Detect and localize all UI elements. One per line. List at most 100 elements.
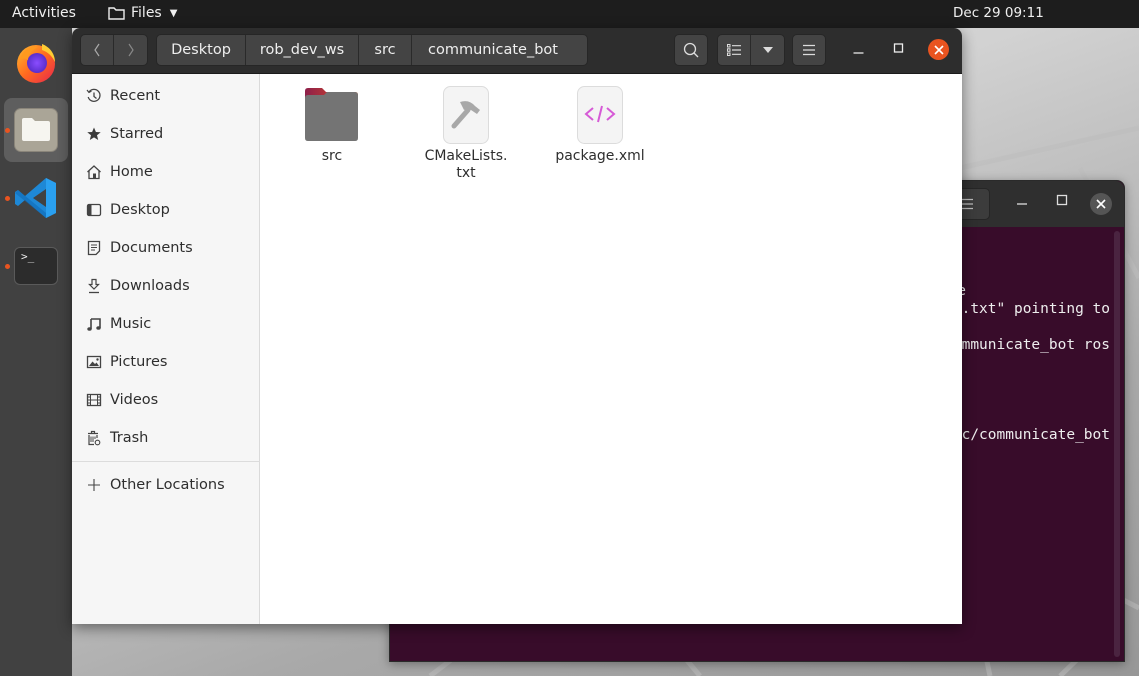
picture-icon xyxy=(86,354,102,370)
file-item-src[interactable]: src xyxy=(282,86,382,165)
clock-icon xyxy=(86,88,102,104)
sidebar-item-trash[interactable]: Trash xyxy=(72,420,260,456)
sidebar-item-label: Music xyxy=(110,316,152,332)
breadcrumb-communicate-bot[interactable]: communicate_bot xyxy=(412,35,587,65)
trash-icon xyxy=(86,430,102,446)
close-button[interactable] xyxy=(928,39,949,60)
running-indicator xyxy=(5,196,10,201)
firefox-icon xyxy=(17,44,55,83)
sidebar-item-other-locations[interactable]: Other Locations xyxy=(72,467,260,503)
breadcrumb-desktop[interactable]: Desktop xyxy=(157,35,246,65)
sidebar-divider xyxy=(72,461,260,462)
plus-icon xyxy=(86,477,102,493)
file-name: CMakeLists. txt xyxy=(424,148,508,181)
sidebar-item-videos[interactable]: Videos xyxy=(72,382,260,418)
close-icon xyxy=(933,44,944,55)
files-headerbar: Desktop rob_dev_ws src communicate_bot xyxy=(72,28,962,74)
download-icon xyxy=(86,278,102,294)
activities-button[interactable]: Activities xyxy=(12,5,76,21)
desktop-icon xyxy=(86,202,102,218)
hamburger-icon xyxy=(803,44,815,56)
terminal-icon: >_ xyxy=(14,247,58,285)
files-icon xyxy=(14,108,58,152)
minimize-button[interactable] xyxy=(853,41,865,55)
file-item-cmakelists[interactable]: CMakeLists. txt xyxy=(416,86,516,182)
forward-button[interactable] xyxy=(114,35,147,65)
music-icon xyxy=(86,316,102,332)
nav-buttons xyxy=(80,34,148,66)
sidebar-item-documents[interactable]: Documents xyxy=(72,230,260,266)
dock-files[interactable] xyxy=(4,98,68,162)
sidebar-item-label: Starred xyxy=(110,126,164,142)
sidebar-item-label: Trash xyxy=(110,430,149,446)
file-name: package.xml xyxy=(555,148,645,164)
document-icon xyxy=(86,240,102,256)
maximize-button[interactable] xyxy=(893,41,905,55)
sidebar-item-label: Pictures xyxy=(110,354,168,370)
search-button[interactable] xyxy=(674,34,708,66)
running-indicator xyxy=(5,128,10,133)
sidebar-item-downloads[interactable]: Downloads xyxy=(72,268,260,304)
back-button[interactable] xyxy=(81,35,115,65)
breadcrumb-rob-dev-ws[interactable]: rob_dev_ws xyxy=(246,35,359,65)
terminal-scrollbar[interactable] xyxy=(1114,231,1120,657)
minimize-icon[interactable] xyxy=(1016,194,1028,210)
maximize-icon[interactable] xyxy=(1056,194,1068,210)
list-view-icon xyxy=(727,44,741,56)
maximize-icon xyxy=(893,43,904,53)
file-name: src xyxy=(321,148,343,164)
sidebar-item-label: Downloads xyxy=(110,278,190,294)
chevron-right-icon xyxy=(128,43,134,57)
top-bar: Activities Files ▼ Dec 29 09:11 xyxy=(0,0,1139,28)
sidebar-item-label: Home xyxy=(110,164,153,180)
app-menu-label: Files xyxy=(131,5,162,21)
sidebar-item-label: Other Locations xyxy=(110,477,225,493)
sidebar-item-recent[interactable]: Recent xyxy=(72,78,260,114)
places-sidebar: Recent Starred Home Desktop Documents Do… xyxy=(72,74,260,624)
search-icon xyxy=(683,42,699,58)
file-view[interactable]: src CMakeLists. txt package.xml xyxy=(261,74,962,624)
terminal-line: c/communicate_bot xyxy=(961,427,1110,443)
view-buttons xyxy=(717,34,785,66)
dock: >_ xyxy=(0,28,72,676)
sidebar-item-pictures[interactable]: Pictures xyxy=(72,344,260,380)
sidebar-item-home[interactable]: Home xyxy=(72,154,260,190)
caret-down-icon xyxy=(762,47,773,53)
dock-vscode[interactable] xyxy=(4,166,68,230)
sidebar-item-label: Videos xyxy=(110,392,159,408)
vscode-icon xyxy=(15,178,56,218)
terminal-close-button[interactable] xyxy=(1090,193,1112,215)
sidebar-item-label: Documents xyxy=(110,240,193,256)
files-window[interactable]: Desktop rob_dev_ws src communicate_bot R… xyxy=(72,28,962,624)
clock[interactable]: Dec 29 09:11 xyxy=(953,5,1044,21)
list-view-button[interactable] xyxy=(718,35,752,65)
dock-terminal[interactable]: >_ xyxy=(4,234,68,298)
xml-file-icon xyxy=(571,86,629,144)
home-icon xyxy=(86,164,102,180)
chevron-left-icon xyxy=(94,43,100,57)
view-options-button[interactable] xyxy=(751,35,784,65)
sidebar-item-label: Desktop xyxy=(110,202,170,218)
folder-icon xyxy=(303,86,361,144)
file-item-package-xml[interactable]: package.xml xyxy=(550,86,650,165)
hamburger-icon xyxy=(961,198,973,210)
close-icon xyxy=(1096,199,1106,209)
sidebar-item-label: Recent xyxy=(110,88,161,104)
sidebar-item-music[interactable]: Music xyxy=(72,306,260,342)
running-indicator xyxy=(5,264,10,269)
main-menu-button[interactable] xyxy=(792,34,826,66)
folder-icon xyxy=(108,7,125,20)
breadcrumb-src[interactable]: src xyxy=(359,35,412,65)
dock-firefox[interactable] xyxy=(4,30,68,94)
minimize-icon xyxy=(853,52,864,54)
caret-down-icon: ▼ xyxy=(169,7,178,19)
terminal-line: .txt" pointing to xyxy=(961,301,1110,317)
breadcrumb-current-label: communicate_bot xyxy=(428,42,558,58)
terminal-line: mmunicate_bot ros xyxy=(961,337,1110,353)
sidebar-item-desktop[interactable]: Desktop xyxy=(72,192,260,228)
star-icon xyxy=(86,126,102,142)
app-menu[interactable]: Files ▼ xyxy=(108,5,177,21)
video-icon xyxy=(86,392,102,408)
breadcrumb: Desktop rob_dev_ws src communicate_bot xyxy=(156,34,588,66)
sidebar-item-starred[interactable]: Starred xyxy=(72,116,260,152)
